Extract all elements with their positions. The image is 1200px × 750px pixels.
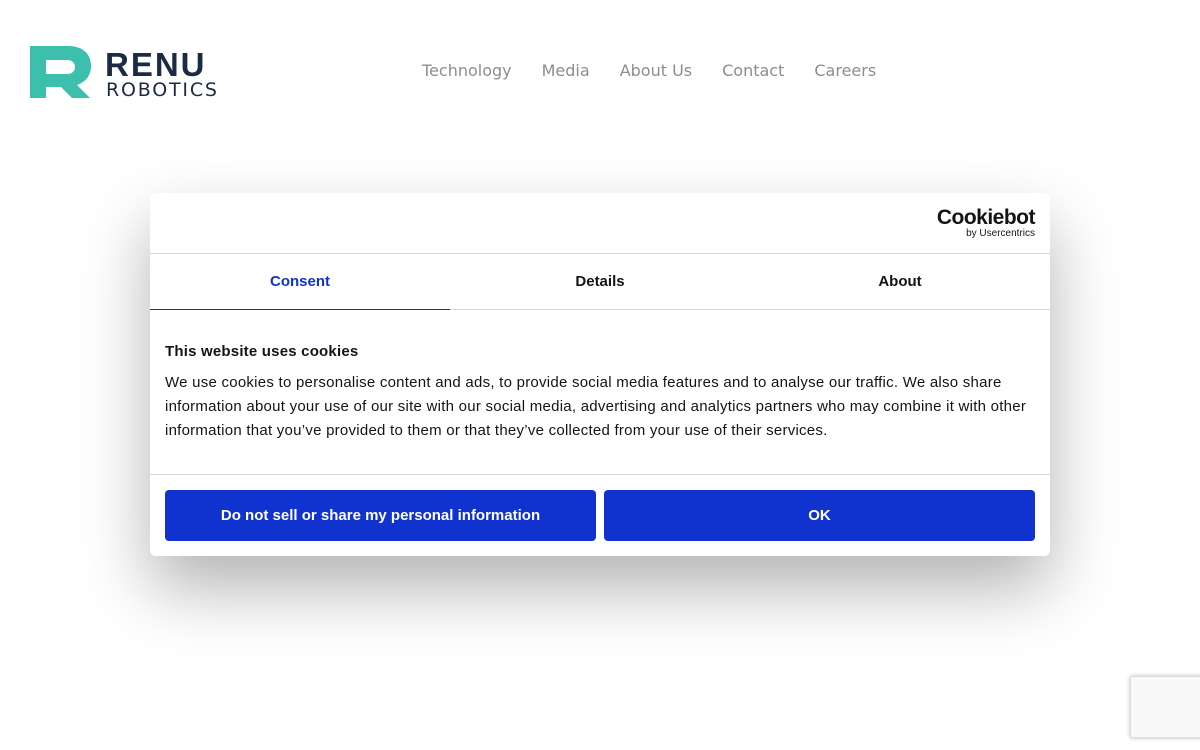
cookie-consent-dialog: Cookiebot by Usercentrics Consent Detail… [150,193,1050,556]
do-not-sell-button[interactable]: Do not sell or share my personal informa… [165,490,596,541]
dialog-tabs: Consent Details About [150,254,1050,310]
page: RENU ROBOTICS Technology Media About Us … [0,0,1200,750]
ok-button[interactable]: OK [604,490,1035,541]
nav-media[interactable]: Media [527,60,605,82]
renu-robotics-logo[interactable]: RENU ROBOTICS [30,46,252,100]
cookiebot-brand: Cookiebot [936,206,1036,229]
nav-technology[interactable]: Technology [407,60,527,82]
tab-details[interactable]: Details [450,254,750,309]
dialog-title: This website uses cookies [165,343,359,360]
svg-text:ROBOTICS: ROBOTICS [106,79,219,100]
dialog-body: This website uses cookies We use cookies… [150,310,1050,475]
tab-consent[interactable]: Consent [150,254,450,310]
recaptcha-badge[interactable] [1130,676,1200,738]
dialog-text: We use cookies to personalise content an… [165,374,1027,439]
dialog-buttons: Do not sell or share my personal informa… [150,475,1050,556]
nav-careers[interactable]: Careers [799,60,891,82]
nav-contact[interactable]: Contact [707,60,799,82]
recaptcha-icon [1131,677,1191,737]
svg-text:RENU: RENU [105,46,207,83]
nav-about-us[interactable]: About Us [605,60,707,82]
cookiebot-byline: by Usercentrics [966,228,1035,239]
dialog-header: Cookiebot by Usercentrics [150,193,1050,254]
tab-about[interactable]: About [750,254,1050,309]
cookiebot-logo[interactable]: Cookiebot by Usercentrics [936,206,1036,239]
main-nav: Technology Media About Us Contact Career… [407,60,891,82]
